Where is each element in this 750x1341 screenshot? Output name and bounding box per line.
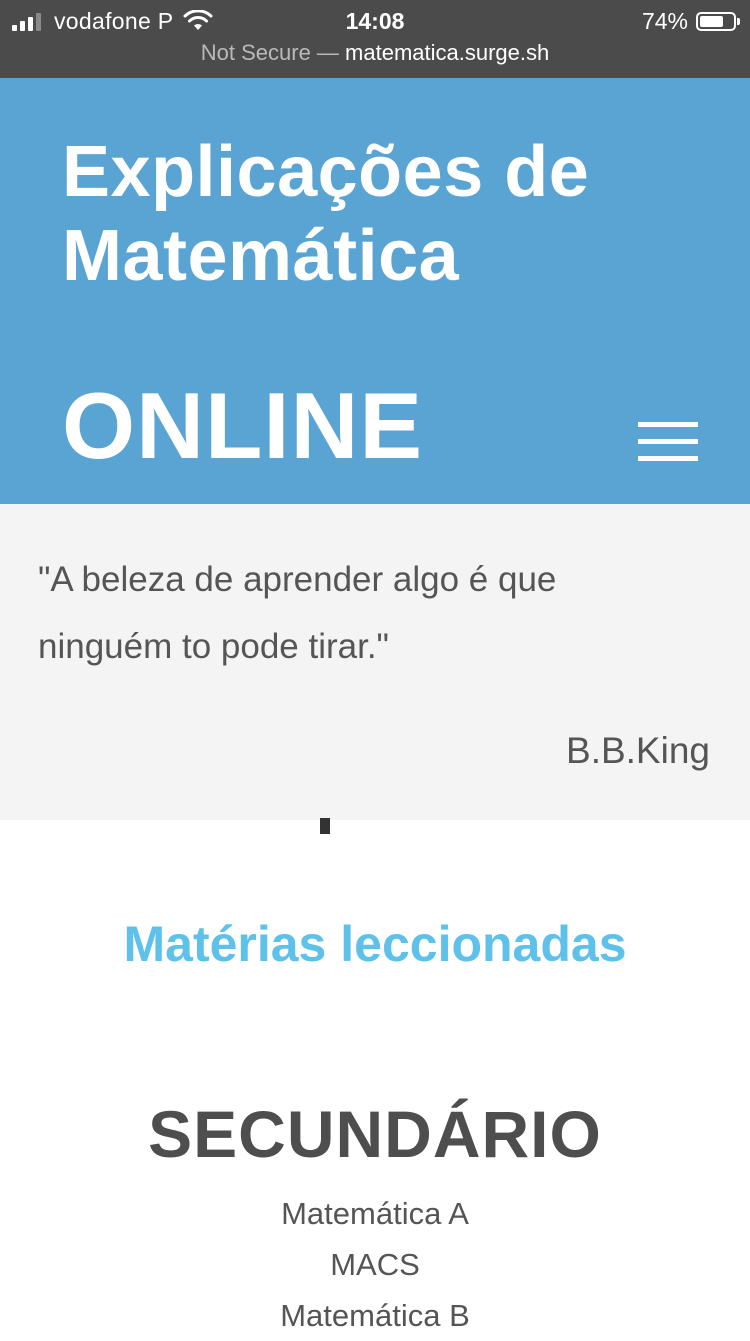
status-time: 14:08 [345, 8, 405, 34]
hamburger-menu-icon[interactable] [638, 422, 700, 462]
site-title-text: Explicações de Matemática [62, 132, 590, 296]
divider-marker [320, 818, 330, 834]
subject-item: Matemática B [280, 1298, 470, 1333]
subject-item: Matemática A [281, 1196, 469, 1231]
battery-icon [696, 11, 740, 31]
status-bar: vodafone P 14:08 74% Not Secure — matema… [0, 0, 750, 78]
domain-label: matematica.surge.sh [345, 40, 550, 65]
quote-section: "A beleza de aprender algo é que ninguém… [0, 504, 750, 820]
site-subtitle: ONLINE [62, 373, 424, 478]
subject-list: Matemática A MACS Matemática B [0, 1188, 750, 1341]
battery-level [700, 15, 723, 27]
hero-banner: Explicações de Matemática ONLINE [0, 78, 750, 504]
status-right: 74% [641, 6, 740, 36]
battery-percentage: 74% [641, 7, 688, 34]
site-title: Explicações de Matemática [62, 130, 750, 298]
security-label: Not Secure — [200, 40, 339, 65]
address-bar[interactable]: Not Secure — matematica.surge.sh [0, 38, 750, 68]
quote-text: "A beleza de aprender algo é que ninguém… [38, 560, 557, 666]
level-heading: SECUNDÁRIO [148, 1097, 602, 1171]
subjects-heading: Matérias leccionadas [123, 916, 627, 972]
subject-item: MACS [330, 1247, 420, 1282]
quote-author: B.B.King [566, 730, 710, 771]
